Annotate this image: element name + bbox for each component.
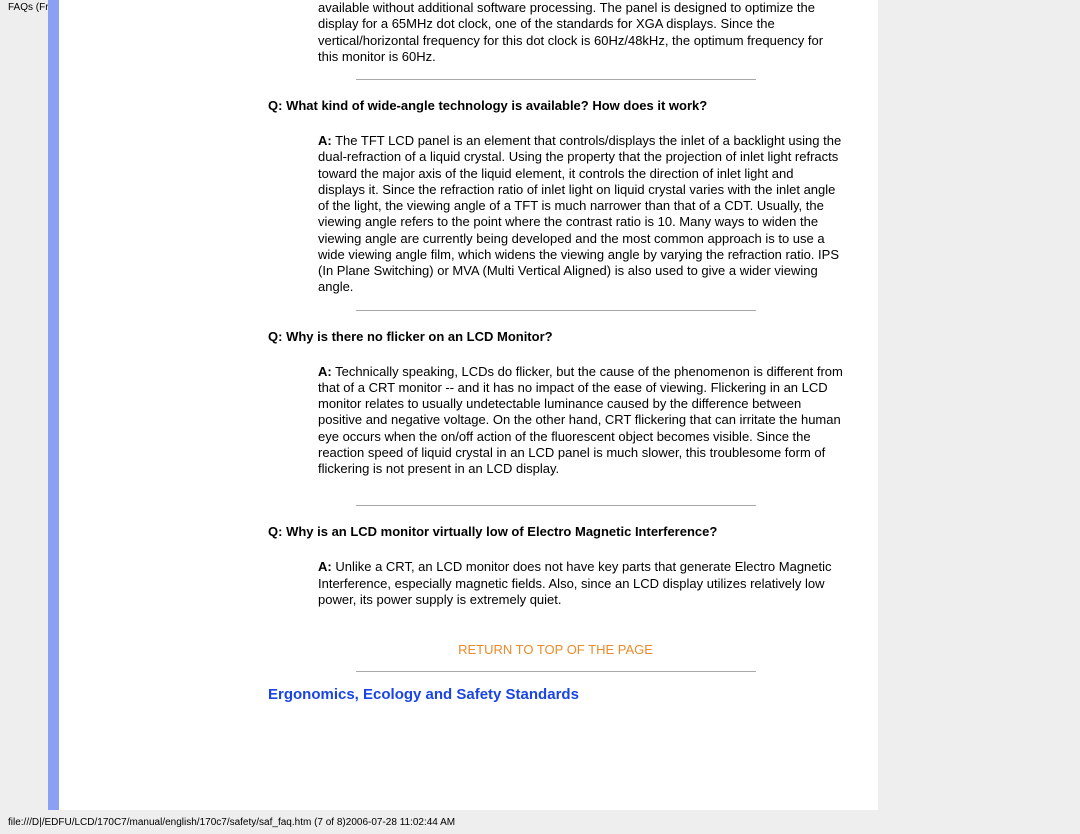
- footer-file-path: file:///D|/EDFU/LCD/170C7/manual/english…: [8, 817, 455, 828]
- a-label: A:: [318, 364, 332, 379]
- a-label: A:: [318, 133, 332, 148]
- side-accent-bar: [48, 0, 59, 810]
- separator: [356, 671, 756, 672]
- a-label: A:: [318, 559, 332, 574]
- faq-question-3: Q: Why is an LCD monitor virtually low o…: [268, 524, 843, 539]
- a-text: Technically speaking, LCDs do flicker, b…: [318, 364, 843, 477]
- intro-paragraph: available without additional software pr…: [318, 0, 843, 65]
- faq-question-2: Q: Why is there no flicker on an LCD Mon…: [268, 329, 843, 344]
- faq-question-1: Q: What kind of wide-angle technology is…: [268, 98, 843, 113]
- main-content: available without additional software pr…: [268, 0, 843, 703]
- q-label: Q:: [268, 329, 282, 344]
- q-label: Q:: [268, 524, 282, 539]
- q-text: Why is there no flicker on an LCD Monito…: [282, 329, 552, 344]
- section-heading-ergonomics: Ergonomics, Ecology and Safety Standards: [268, 686, 843, 703]
- faq-answer-3: A: Unlike a CRT, an LCD monitor does not…: [318, 559, 843, 608]
- a-text: The TFT LCD panel is an element that con…: [318, 133, 841, 294]
- separator: [356, 310, 756, 311]
- q-text: What kind of wide-angle technology is av…: [282, 98, 707, 113]
- separator: [356, 505, 756, 506]
- return-to-top-link[interactable]: RETURN TO TOP OF THE PAGE: [268, 642, 843, 657]
- faq-answer-2: A: Technically speaking, LCDs do flicker…: [318, 364, 843, 478]
- faq-answer-1: A: The TFT LCD panel is an element that …: [318, 133, 843, 296]
- q-label: Q:: [268, 98, 282, 113]
- q-text: Why is an LCD monitor virtually low of E…: [282, 524, 717, 539]
- a-text: Unlike a CRT, an LCD monitor does not ha…: [318, 559, 832, 607]
- separator: [356, 79, 756, 80]
- document-page: available without additional software pr…: [48, 0, 878, 810]
